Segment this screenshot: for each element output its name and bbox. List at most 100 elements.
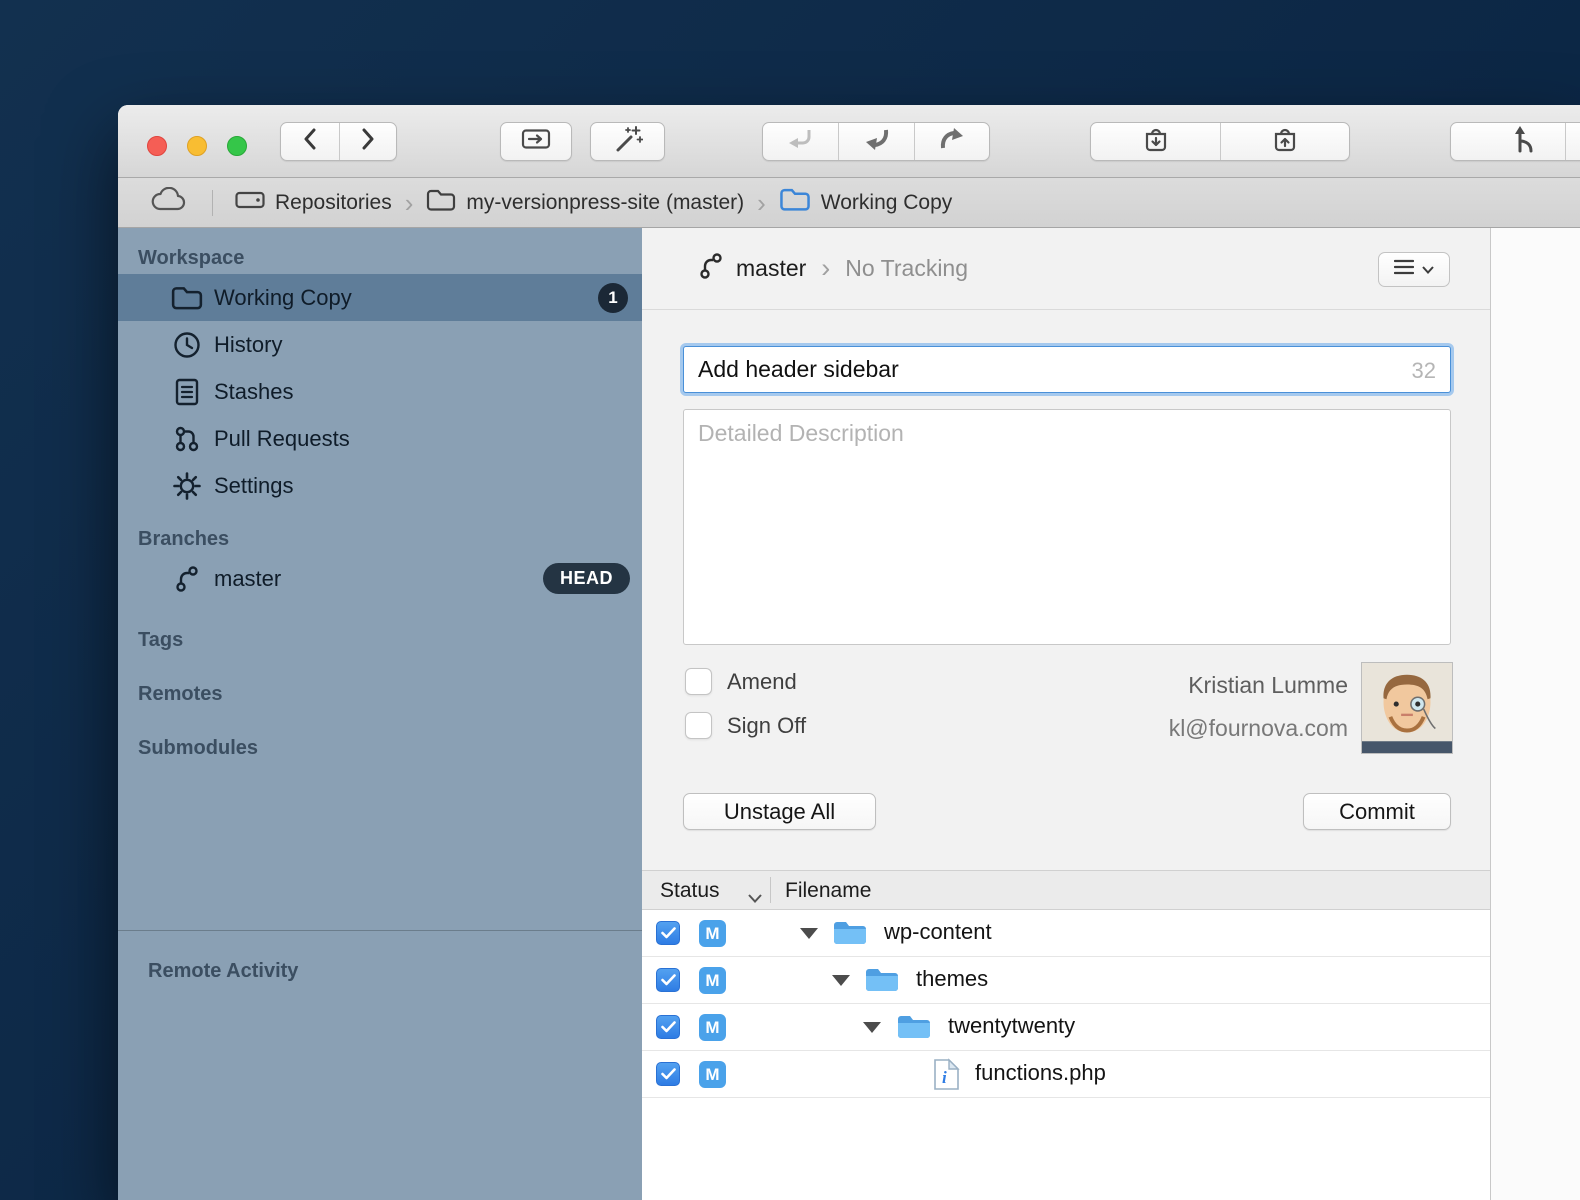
sidebar-item-settings[interactable]: Settings [118,462,642,509]
commit-label: Commit [1339,799,1415,825]
filename-column-header[interactable]: Filename [785,879,871,903]
sidebar-item-label: Stashes [214,379,294,405]
history-nav-segment [280,122,397,161]
breadcrumb-working-copy-label: Working Copy [821,191,953,215]
close-button[interactable] [147,136,167,156]
merge-arrow-icon [788,127,814,156]
sidebar-section-tags[interactable]: Tags [118,624,642,656]
chevron-down-icon[interactable] [748,885,762,909]
status-column-header[interactable]: Status [660,879,720,903]
commit-message-input[interactable] [684,347,1450,392]
clock-icon [170,331,204,359]
sidebar-item-master[interactable]: master HEAD [118,555,642,602]
change-count-badge: 1 [598,283,628,313]
checkbox-checked-icon[interactable] [656,921,680,945]
chevron-right-icon: › [821,253,830,284]
amend-checkbox[interactable]: Amend [685,668,797,695]
sidebar-item-label: Settings [214,473,294,499]
breadcrumb-repository[interactable]: my-versionpress-site (master) [426,188,744,218]
file-name: twentytwenty [948,1013,1075,1039]
breadcrumb-chevron-icon: › [757,190,766,216]
remote-activity-header: Remote Activity [118,955,642,987]
quick-actions-button[interactable] [590,122,665,161]
back-button[interactable] [281,123,339,160]
forward-button[interactable] [339,123,397,160]
chevron-left-icon [303,128,317,155]
breadcrumb-repositories-label: Repositories [275,191,392,215]
push-button[interactable] [914,123,989,160]
save-stash-button[interactable] [1091,123,1220,160]
stash-segment [1090,122,1350,161]
disclosure-triangle-icon[interactable] [800,928,818,939]
staged-files-table: Status Filename M [642,870,1490,1200]
sidebar-item-history[interactable]: History [118,321,642,368]
table-row[interactable]: M wp-content [642,910,1490,957]
php-file-icon: i [933,1058,960,1096]
avatar [1361,662,1453,754]
pull-arrow-icon [864,127,890,156]
checkbox-checked-icon[interactable] [656,968,680,992]
sidebar-item-working-copy[interactable]: Working Copy 1 [118,274,642,321]
pull-button[interactable] [838,123,913,160]
status-badge: M [699,1014,726,1041]
unstage-all-button[interactable]: Unstage All [683,793,876,830]
commit-description-input[interactable] [683,409,1451,645]
drive-icon [235,189,265,217]
stash-list-icon [170,378,204,406]
sidebar-section-remotes[interactable]: Remotes [118,678,642,710]
file-name: themes [916,966,988,992]
view-options-button[interactable] [1378,252,1450,287]
status-badge: M [699,967,726,994]
author-email: kl@fournova.com [1169,715,1348,742]
author-name: Kristian Lumme [1188,672,1348,699]
zoom-button[interactable] [227,136,247,156]
checkbox-checked-icon[interactable] [656,1015,680,1039]
folder-icon [170,285,204,311]
column-divider[interactable] [770,877,771,903]
folder-blue-icon [896,1013,932,1046]
magic-wand-icon [613,125,643,158]
cloud-icon[interactable] [148,187,188,219]
chevron-right-icon [361,128,375,155]
disclosure-triangle-icon[interactable] [832,975,850,986]
sidebar-section-submodules[interactable]: Submodules [118,732,642,764]
push-arrow-icon [939,127,965,156]
partial-toolbar-button[interactable] [1565,123,1580,160]
table-row[interactable]: M i functions.php [642,1051,1490,1098]
sign-off-checkbox[interactable]: Sign Off [685,712,806,739]
commit-message-field: 32 [683,346,1451,393]
chevron-down-icon [1422,261,1434,279]
stash-apply-icon [1272,125,1298,158]
table-row[interactable]: M themes [642,957,1490,1004]
amend-label: Amend [727,669,797,695]
disclosure-triangle-icon[interactable] [863,1022,881,1033]
sidebar-item-label: History [214,332,282,358]
tracking-status-label[interactable]: No Tracking [845,255,968,282]
pull-request-icon [170,425,204,453]
status-badge: M [699,1061,726,1088]
sidebar-item-pull-requests[interactable]: Pull Requests [118,415,642,462]
minimize-button[interactable] [187,136,207,156]
checkbox-checked-icon[interactable] [656,1062,680,1086]
sign-off-label: Sign Off [727,713,806,739]
folder-icon [426,188,456,218]
breadcrumb-chevron-icon: › [405,190,414,216]
breadcrumb-repositories[interactable]: Repositories [235,189,392,217]
open-repository-button[interactable] [500,122,572,161]
table-row[interactable]: M twentytwenty [642,1004,1490,1051]
branch-bar: master › No Tracking [642,228,1490,310]
commit-button[interactable]: Commit [1303,793,1451,830]
sidebar-item-label: Working Copy [214,285,352,311]
character-count: 32 [1412,358,1436,384]
merge-button[interactable] [763,123,838,160]
hamburger-icon [1394,259,1414,280]
apply-stash-button[interactable] [1220,123,1349,160]
breadcrumb-repository-label: my-versionpress-site (master) [466,191,744,215]
folder-blue-icon [832,919,868,952]
publish-button[interactable] [1484,123,1565,160]
file-name: functions.php [975,1060,1106,1086]
publish-segment [1450,122,1580,161]
sidebar-item-stashes[interactable]: Stashes [118,368,642,415]
current-branch-label[interactable]: master [736,255,806,282]
breadcrumb-working-copy[interactable]: Working Copy [779,187,953,218]
